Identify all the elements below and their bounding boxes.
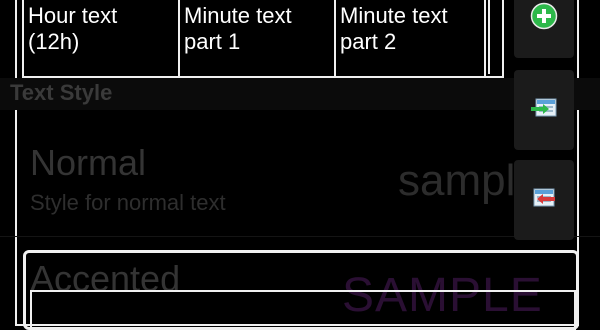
minute2-line1: Minute text — [340, 3, 448, 28]
style-normal-subtitle: Style for normal text — [30, 190, 226, 215]
minute2-line2: part 2 — [340, 29, 397, 54]
export-icon — [533, 188, 555, 207]
column-minute-part2[interactable]: Minute text part 2 — [336, 0, 486, 76]
import-button[interactable] — [514, 70, 574, 150]
style-normal-title[interactable]: Normal — [30, 142, 146, 184]
import-icon — [531, 98, 557, 117]
cell-divider — [488, 0, 490, 74]
row-divider — [0, 236, 600, 237]
column-cells: Hour text (12h) Minute text part 1 Minut… — [22, 0, 504, 78]
hour-line1: Hour text — [28, 3, 118, 28]
export-button[interactable] — [514, 160, 574, 240]
add-button[interactable] — [514, 0, 574, 58]
plus-circle-icon — [530, 2, 558, 30]
section-header: Text Style — [10, 80, 113, 105]
minute1-line2: part 1 — [184, 29, 241, 54]
hour-line2: (12h) — [28, 29, 80, 54]
accented-inner-frame — [30, 290, 576, 330]
column-minute-part1[interactable]: Minute text part 1 — [180, 0, 336, 76]
minute1-line1: Minute text — [184, 3, 292, 28]
column-hour-text[interactable]: Hour text (12h) — [24, 0, 180, 76]
